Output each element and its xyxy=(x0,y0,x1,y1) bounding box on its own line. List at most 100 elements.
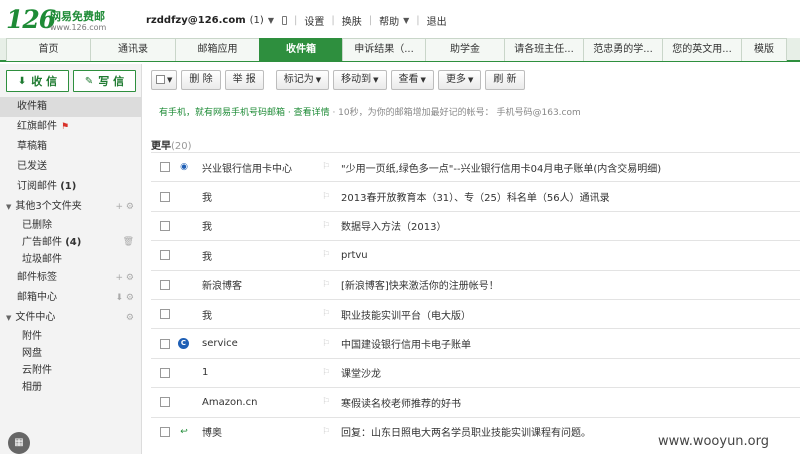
report-button[interactable]: 举 报 xyxy=(224,70,264,90)
row-checkbox[interactable] xyxy=(160,250,170,261)
sidebar-item-deleted[interactable]: 已删除 xyxy=(0,217,142,234)
expand-icon[interactable]: ▼ xyxy=(6,203,11,211)
tab-contacts[interactable]: 通讯录 xyxy=(90,38,176,61)
table-row[interactable]: Cservice ⚐ 中国建设银行信用卡电子账单 xyxy=(151,328,800,357)
sidebar-item-album[interactable]: 相册 xyxy=(0,379,142,396)
folder-actions-icon[interactable]: + ⚙ xyxy=(116,197,134,217)
sidebar-item-tags[interactable]: 邮件标签 + ⚙ xyxy=(0,268,142,288)
subject[interactable]: [新浪博客]快来激活你的注册帐号！ xyxy=(341,277,499,292)
row-checkbox[interactable] xyxy=(160,309,170,320)
flag-icon[interactable]: ⚐ xyxy=(322,221,330,231)
settings-link[interactable]: 设置 xyxy=(304,13,324,28)
flag-icon[interactable]: ⚐ xyxy=(322,427,330,437)
sender[interactable]: Amazon.cn xyxy=(202,397,320,408)
sidebar-item-attachments[interactable]: 附件 xyxy=(0,328,142,345)
row-checkbox[interactable] xyxy=(160,426,170,437)
flag-icon[interactable]: ⚐ xyxy=(322,309,330,319)
subject[interactable]: 中国建设银行信用卡电子账单 xyxy=(341,336,471,351)
subject[interactable]: 回复：山东日照电大两名学员职业技能实训课程有问题。 xyxy=(341,424,591,439)
sender[interactable]: 我 xyxy=(202,307,320,322)
tab-mail-4[interactable]: 范忠勇的学... xyxy=(583,38,663,61)
sender[interactable]: service xyxy=(202,338,320,349)
mark-as-button[interactable]: 标记为 ▼ xyxy=(275,70,330,90)
row-checkbox[interactable] xyxy=(160,367,170,378)
flag-icon[interactable]: ⚐ xyxy=(322,192,330,202)
sender[interactable]: 新浪博客 xyxy=(202,277,320,292)
help-link[interactable]: 帮助 xyxy=(379,13,399,28)
phone-icon[interactable] xyxy=(281,16,287,25)
more-button[interactable]: 更多 ▼ xyxy=(437,70,482,90)
row-checkbox[interactable] xyxy=(160,220,170,231)
promo-link[interactable]: 有手机，就有网易手机号码邮箱 · 查看详情 xyxy=(159,108,330,118)
sidebar-item-subscription[interactable]: 订阅邮件 (1) xyxy=(0,177,142,197)
sidebar-item-drafts[interactable]: 草稿箱 xyxy=(0,137,142,157)
sender[interactable]: 我 xyxy=(202,218,320,233)
sidebar-item-netdisk[interactable]: 网盘 xyxy=(0,345,142,362)
tag-actions-icon[interactable]: + ⚙ xyxy=(116,268,134,288)
row-checkbox[interactable] xyxy=(160,397,170,408)
sender[interactable]: 我 xyxy=(202,189,320,204)
sidebar-group-other-folders[interactable]: ▼ 其他3个文件夹 + ⚙ xyxy=(0,197,142,217)
row-checkbox[interactable] xyxy=(160,162,170,173)
row-checkbox[interactable] xyxy=(160,279,170,290)
sender[interactable]: 1 xyxy=(202,367,320,378)
apps-grid-icon[interactable]: ▦ xyxy=(8,432,30,454)
sidebar-item-mail-center[interactable]: 邮箱中心 ⬇ ⚙ xyxy=(0,288,142,308)
flag-icon[interactable]: ⚐ xyxy=(322,280,330,290)
tab-mail-1[interactable]: 申诉结果（... xyxy=(342,38,426,61)
table-row[interactable]: 我 ⚐ 职业技能实训平台（电大版） xyxy=(151,298,800,328)
sender[interactable]: 我 xyxy=(202,248,320,263)
sidebar-item-starred[interactable]: 红旗邮件 ⚑ xyxy=(0,117,142,137)
sender[interactable]: 兴业银行信用卡中心 xyxy=(202,160,320,175)
expand-icon[interactable]: ▼ xyxy=(6,314,11,322)
subject[interactable]: 职业技能实训平台（电大版） xyxy=(341,307,471,322)
flag-icon[interactable]: ⚐ xyxy=(322,368,330,378)
skin-link[interactable]: 换肤 xyxy=(342,13,362,28)
subject[interactable]: 数据导入方法（2013） xyxy=(341,218,446,233)
flag-icon[interactable]: ⚐ xyxy=(322,339,330,349)
tab-home[interactable]: 首页 xyxy=(6,38,91,61)
table-row[interactable]: 新浪博客 ⚐ [新浪博客]快来激活你的注册帐号！ xyxy=(151,269,800,299)
mail-center-actions-icon[interactable]: ⬇ ⚙ xyxy=(116,288,134,308)
flag-icon[interactable]: ⚐ xyxy=(322,250,330,260)
table-row[interactable]: 我 ⚐ 数据导入方法（2013） xyxy=(151,210,800,240)
sidebar-group-file-center[interactable]: ▼ 文件中心 ⚙ xyxy=(0,308,142,328)
row-checkbox[interactable] xyxy=(160,191,170,202)
subject[interactable]: 2013春开放教育本（31）、专（25）科名单（56人）通讯录 xyxy=(341,189,610,204)
sidebar-item-sent[interactable]: 已发送 xyxy=(0,157,142,177)
subject[interactable]: 寒假读名校老师推荐的好书 xyxy=(341,395,461,410)
flag-icon[interactable]: ⚐ xyxy=(322,162,330,172)
subject[interactable]: prtvu xyxy=(341,250,368,261)
view-button[interactable]: 查看 ▼ xyxy=(390,70,434,90)
subject[interactable]: "少用一页纸,绿色多一点"--兴业银行信用卡04月电子账单(内含交易明细) xyxy=(341,160,661,175)
sidebar-item-inbox[interactable]: 收件箱 xyxy=(0,97,142,117)
gear-icon[interactable]: ⚙ xyxy=(126,308,134,328)
subject[interactable]: 课堂沙龙 xyxy=(341,365,381,380)
sender[interactable]: 博奥 xyxy=(202,424,320,439)
refresh-button[interactable]: 刷 新 xyxy=(485,70,525,90)
table-row[interactable]: Amazon.cn ⚐ 寒假读名校老师推荐的好书 xyxy=(151,387,800,416)
chevron-down-icon[interactable]: ▼ xyxy=(403,16,409,25)
table-row[interactable]: 我 ⚐ prtvu xyxy=(151,240,800,269)
flag-icon[interactable]: ⚐ xyxy=(322,397,330,407)
row-checkbox[interactable] xyxy=(160,338,170,349)
logout-link[interactable]: 退出 xyxy=(427,13,447,28)
sidebar-item-spam[interactable]: 垃圾邮件 xyxy=(0,251,142,268)
delete-button[interactable]: 删 除 xyxy=(181,70,221,90)
table-row[interactable]: 我 ⚐ 2013春开放教育本（31）、专（25）科名单（56人）通讯录 xyxy=(151,181,800,210)
tab-mail-3[interactable]: 请各班主任... xyxy=(504,38,584,61)
sidebar-item-ads[interactable]: 广告邮件 (4) 🗑 xyxy=(0,234,142,251)
tab-mail-2[interactable]: 助学金 xyxy=(425,38,505,61)
trash-icon[interactable]: 🗑 xyxy=(123,234,134,251)
tab-apps[interactable]: 邮箱应用 xyxy=(175,38,260,61)
tab-mail-5[interactable]: 您的英文用... xyxy=(662,38,742,61)
tab-inbox[interactable]: 收件箱 xyxy=(259,38,343,61)
chevron-down-icon[interactable]: ▼ xyxy=(268,16,274,25)
receive-button[interactable]: ⬇ 收 信 xyxy=(6,70,69,92)
tab-template[interactable]: 模版 xyxy=(741,38,787,61)
select-all-checkbox[interactable]: ▼ xyxy=(151,70,178,90)
compose-button[interactable]: ✎ 写 信 xyxy=(73,70,136,92)
sidebar-item-cloud-attachments[interactable]: 云附件 xyxy=(0,362,142,379)
user-email[interactable]: rzddfzy@126.com xyxy=(146,15,246,26)
logo[interactable]: 126 网易免费邮 www.126.com xyxy=(6,5,106,35)
